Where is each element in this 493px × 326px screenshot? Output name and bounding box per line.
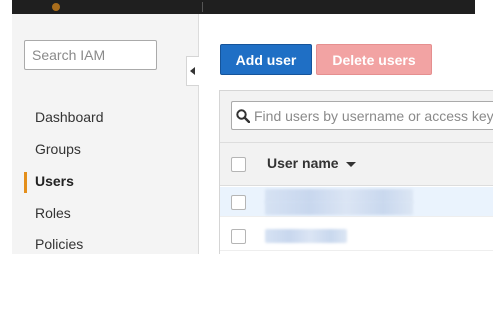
sidebar-item-groups[interactable]: Groups: [35, 141, 81, 157]
column-header-user-name[interactable]: User name: [267, 155, 356, 171]
table-header-row: [220, 143, 493, 186]
aws-logo-icon[interactable]: [52, 3, 60, 11]
table-row[interactable]: [220, 221, 493, 251]
row-checkbox[interactable]: [231, 229, 246, 244]
delete-users-button[interactable]: Delete users: [316, 44, 432, 75]
select-all-checkbox[interactable]: [231, 157, 246, 172]
sidebar-item-users[interactable]: Users: [35, 173, 74, 189]
chevron-left-icon: [190, 67, 195, 75]
search-icon: [232, 102, 254, 129]
find-users-input[interactable]: [254, 102, 493, 129]
user-name-redacted: [265, 229, 347, 243]
sidebar-item-roles[interactable]: Roles: [35, 205, 71, 221]
active-nav-indicator: [24, 172, 27, 193]
sidebar-divider: [198, 14, 199, 254]
sidebar-item-policies[interactable]: Policies: [35, 236, 83, 252]
row-checkbox[interactable]: [231, 195, 246, 210]
find-users-field[interactable]: [231, 101, 493, 130]
search-iam-input[interactable]: [24, 40, 157, 70]
console-top-bar: [12, 0, 475, 14]
add-user-button[interactable]: Add user: [220, 44, 312, 75]
column-header-label: User name: [267, 155, 339, 171]
caret-down-icon: [345, 161, 356, 167]
sidebar-item-dashboard[interactable]: Dashboard: [35, 109, 104, 125]
table-row[interactable]: [220, 187, 493, 217]
user-name-redacted: [265, 201, 413, 215]
sidebar-collapse-button[interactable]: [186, 56, 199, 86]
top-bar-divider: [202, 2, 203, 12]
